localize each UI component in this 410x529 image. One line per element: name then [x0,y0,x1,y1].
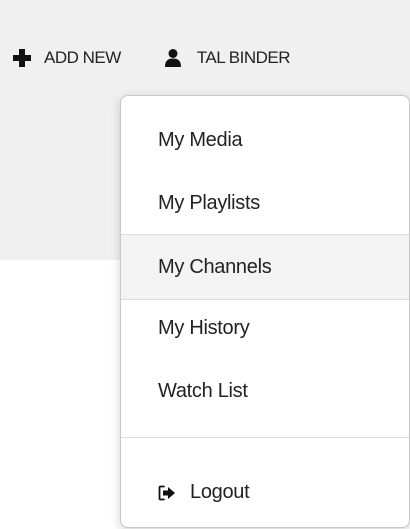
user-icon [163,48,183,68]
menu-item-my-channels[interactable]: My Channels [121,235,409,299]
menu-item-label: My Media [158,128,243,151]
add-new-label: ADD NEW [44,48,121,67]
top-bar: ADD NEW TAL BINDER [12,40,291,76]
user-menu-button[interactable]: TAL BINDER [163,48,291,68]
menu-item-label: My Channels [158,255,272,278]
plus-icon [12,48,32,68]
menu-item-watch-list[interactable]: Watch List [121,359,409,423]
logout-icon [158,484,176,501]
page: ADD NEW TAL BINDER My Media My Playlists… [0,0,410,529]
user-dropdown-menu: My Media My Playlists My Channels My His… [120,95,410,528]
logout-label: Logout [190,480,250,503]
menu-item-label: Watch List [158,379,248,402]
logout-button[interactable]: Logout [121,460,409,524]
user-name-label: TAL BINDER [196,48,291,67]
menu-divider [121,437,409,438]
menu-item-label: My Playlists [158,191,260,214]
menu-item-my-playlists[interactable]: My Playlists [121,171,409,235]
menu-item-label: My History [158,316,250,339]
add-new-button[interactable]: ADD NEW [12,48,121,68]
menu-item-my-media[interactable]: My Media [121,108,409,172]
menu-item-my-history[interactable]: My History [121,296,409,360]
